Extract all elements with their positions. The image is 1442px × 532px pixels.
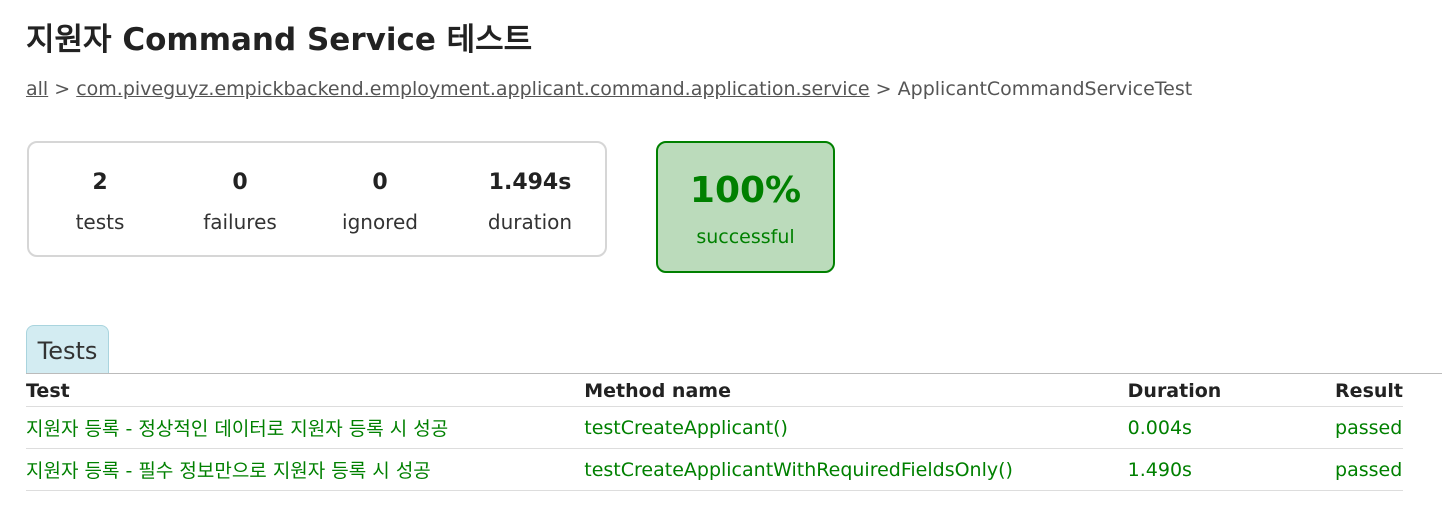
- page-title: 지원자 Command Service 테스트: [26, 22, 533, 58]
- summary-box: 2 tests 0 failures 0 ignored 1.494s dura…: [27, 141, 607, 257]
- tests-count: 2: [92, 170, 108, 195]
- duration-label: duration: [487, 210, 573, 234]
- failures-count: 0: [232, 170, 248, 195]
- breadcrumb-separator: >: [54, 78, 71, 100]
- test-report-page: 지원자 Command Service 테스트 all > com.pivegu…: [0, 0, 1442, 532]
- ignored-count: 0: [372, 170, 388, 195]
- duration-value: 1.494s: [488, 170, 572, 195]
- duration-cell: 1.490s: [1127, 448, 1336, 491]
- failures-counter: 0 failures: [170, 169, 310, 235]
- column-header-duration: Duration: [1127, 375, 1336, 407]
- duration-counter: 1.494s duration: [460, 169, 600, 235]
- table-row: 지원자 등록 - 정상적인 데이터로 지원자 등록 시 성공 testCreat…: [26, 406, 1403, 449]
- success-rate-box: 100% successful: [656, 141, 835, 273]
- success-rate-label: successful: [696, 226, 795, 248]
- breadcrumb-separator: >: [875, 78, 892, 100]
- result-cell: passed: [1335, 448, 1403, 491]
- method-name-cell: testCreateApplicant(): [584, 406, 1128, 449]
- breadcrumb-link-all[interactable]: all: [26, 78, 48, 100]
- failures-label: failures: [203, 210, 277, 234]
- tests-table: Test Method name Duration Result 지원자 등록 …: [26, 375, 1403, 491]
- table-row: 지원자 등록 - 필수 정보만으로 지원자 등록 시 성공 testCreate…: [26, 448, 1403, 491]
- tab-divider: [26, 373, 1442, 374]
- breadcrumb-link-package[interactable]: com.piveguyz.empickbackend.employment.ap…: [76, 78, 869, 100]
- tests-counter: 2 tests: [30, 169, 170, 235]
- tests-label: tests: [75, 210, 125, 234]
- breadcrumb-current: ApplicantCommandServiceTest: [897, 78, 1193, 100]
- column-header-result: Result: [1335, 375, 1403, 407]
- method-name-cell: testCreateApplicantWithRequiredFieldsOnl…: [584, 448, 1128, 491]
- column-header-test: Test: [26, 375, 585, 407]
- result-cell: passed: [1335, 406, 1403, 449]
- test-name-cell: 지원자 등록 - 정상적인 데이터로 지원자 등록 시 성공: [26, 406, 585, 449]
- duration-cell: 0.004s: [1127, 406, 1336, 449]
- test-name-cell: 지원자 등록 - 필수 정보만으로 지원자 등록 시 성공: [26, 448, 585, 491]
- ignored-label: ignored: [342, 210, 418, 234]
- breadcrumb: all > com.piveguyz.empickbackend.employm…: [26, 76, 1192, 102]
- column-header-method: Method name: [584, 375, 1128, 407]
- table-header-row: Test Method name Duration Result: [26, 375, 1403, 407]
- success-rate-value: 100%: [689, 170, 802, 211]
- ignored-counter: 0 ignored: [310, 169, 450, 235]
- tab-tests[interactable]: Tests: [26, 325, 109, 373]
